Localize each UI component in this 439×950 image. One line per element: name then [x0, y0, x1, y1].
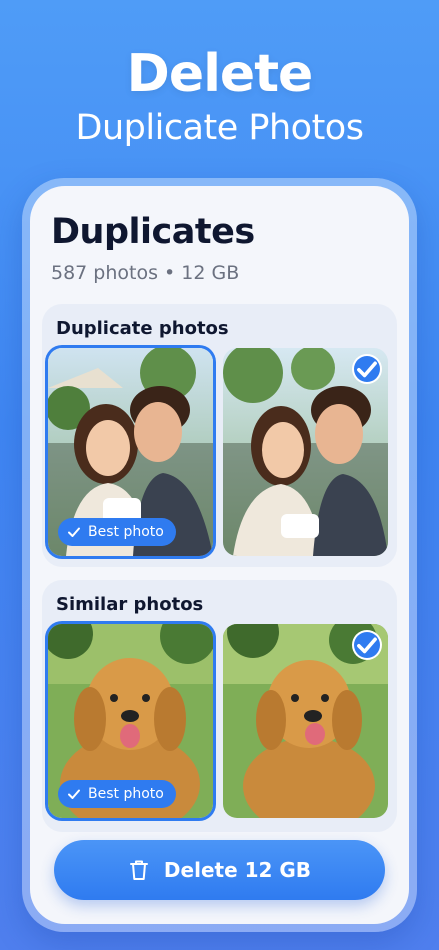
check-icon [66, 524, 82, 540]
photo-thumbnail-duplicate[interactable] [223, 348, 388, 556]
section-title: Similar photos [56, 594, 204, 615]
photo-thumbnail-best[interactable]: Best photo [48, 624, 213, 818]
selected-check-icon[interactable] [354, 356, 380, 382]
page-subtitle: 587 photos • 12 GB [51, 262, 240, 284]
best-photo-badge: Best photo [58, 518, 176, 546]
duplicate-photos-section: Duplicate photos Best photo [42, 304, 397, 567]
photo-thumbnail-best[interactable]: Best photo [48, 348, 213, 556]
page-title: Duplicates [51, 212, 255, 252]
phone-frame: Duplicates 587 photos • 12 GB Duplicate … [22, 178, 417, 932]
best-photo-label: Best photo [88, 786, 164, 802]
trash-icon [128, 858, 150, 882]
delete-button-label: Delete 12 GB [163, 858, 312, 882]
delete-button[interactable]: Delete 12 GB [54, 840, 385, 900]
best-photo-badge: Best photo [58, 780, 176, 808]
app-screen: Duplicates 587 photos • 12 GB Duplicate … [30, 186, 409, 924]
hero-title: Delete [126, 44, 314, 104]
check-icon [66, 786, 82, 802]
similar-photos-section: Similar photos Best photo [42, 580, 397, 832]
hero-subtitle: Duplicate Photos [75, 108, 364, 148]
hero: Delete Duplicate Photos [0, 44, 439, 150]
section-title: Duplicate photos [56, 318, 229, 339]
photo-thumbnail-similar[interactable] [223, 624, 388, 818]
selected-check-icon[interactable] [354, 632, 380, 658]
best-photo-label: Best photo [88, 524, 164, 540]
